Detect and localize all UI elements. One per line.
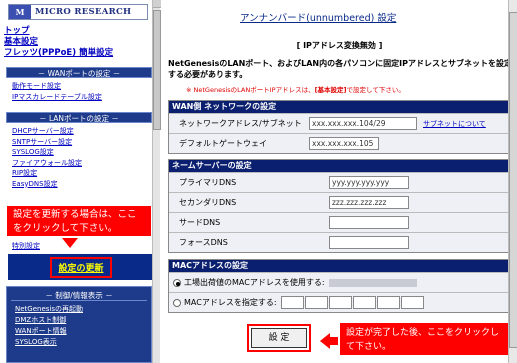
primary-dns-label: プライマリDNS xyxy=(179,178,237,187)
gateway-input[interactable]: xxx.xxx.xxx.105 xyxy=(309,137,379,150)
scroll-up-icon[interactable] xyxy=(153,0,161,8)
third-dns-label: サードDNS xyxy=(179,218,221,227)
note: ※ NetGenesisのLANポートIPアドレスは、[基本設定]で設定して下さ… xyxy=(186,84,405,94)
mac-octet-2-input[interactable] xyxy=(304,296,328,309)
mac-table: MACアドレスの設定 工場出荷値のMACアドレスを使用する: MACアドレスを指… xyxy=(168,259,510,313)
set-callout: 設定が完了した後、ここをクリックして下さい。 xyxy=(339,322,509,356)
control-section-header: － 制御/情報表示 － xyxy=(11,290,147,301)
mac-custom-radio[interactable] xyxy=(173,298,181,307)
link-easydns[interactable]: EasyDNS設定 xyxy=(12,179,82,190)
page-title: アンナンバード(unnumbered) 設定 xyxy=(240,13,397,24)
link-pppoe-easy-settings[interactable]: フレッツ(PPPoE) 簡単設定 xyxy=(4,48,113,59)
wan-network-table: WAN側 ネットワークの設定 ネットワークアドレス/サブネット xxx.xxx.… xyxy=(168,100,510,154)
link-basic-settings[interactable]: 基本設定 xyxy=(4,37,113,48)
main-content: アンナンバード(unnumbered) 設定 [ IPアドレス変換無効 ] Ne… xyxy=(162,0,517,363)
link-syslog-view[interactable]: SYSLOG表示 xyxy=(7,337,151,348)
link-ip-masquerade[interactable]: IPマスカレードテーブル設定 xyxy=(12,92,102,103)
dns-table: ネームサーバーの設定 プライマリDNS yyy.yyy.yyy.yyy セカンダ… xyxy=(168,159,510,253)
main-scroll-thumb[interactable] xyxy=(509,12,517,348)
mac-custom-label: MACアドレスを指定する: xyxy=(184,298,277,307)
wan-links: 動作モード設定 IPマスカレードテーブル設定 xyxy=(12,81,102,102)
link-firewall[interactable]: ファイアウォール設定 xyxy=(12,158,82,169)
secondary-dns-row: セカンダリDNS zzz.zzz.zzz.zzz xyxy=(169,192,509,212)
gateway-row: デフォルトゲートウェイ xxx.xxx.xxx.105 xyxy=(169,133,509,153)
network-address-input[interactable]: xxx.xxx.xxx.104/29 xyxy=(309,117,417,130)
fourth-dns-input[interactable] xyxy=(329,236,409,249)
update-callout: 設定を更新する場合は、ここをクリックして下さい。 xyxy=(6,205,152,237)
primary-dns-row: プライマリDNS yyy.yyy.yyy.yyy xyxy=(169,172,509,192)
set-button[interactable]: 設 定 xyxy=(247,324,311,352)
secondary-dns-label: セカンダリDNS xyxy=(179,198,237,207)
mac-octet-5-input[interactable] xyxy=(376,296,400,309)
logo-text: MICRO RESEARCH xyxy=(35,7,132,17)
link-rip[interactable]: RIP設定 xyxy=(12,168,82,179)
note-prefix: ※ NetGenesisのLANポートIPアドレスは、 xyxy=(186,86,315,94)
mac-factory-value xyxy=(328,278,417,287)
mac-header: MACアドレスの設定 xyxy=(169,260,509,272)
mac-factory-label: 工場出荷値のMACアドレスを使用する: xyxy=(184,278,325,287)
link-wan-info[interactable]: WANポート情報 xyxy=(7,326,151,337)
lan-section-header: － LANポートの設定 － xyxy=(6,112,152,123)
note-suffix: で設定して下さい。 xyxy=(346,86,405,94)
wan-network-header: WAN側 ネットワークの設定 xyxy=(169,101,509,113)
sidebar-scrollbar[interactable] xyxy=(152,0,161,363)
link-top[interactable]: トップ xyxy=(4,26,113,37)
mac-octet-6-input[interactable] xyxy=(400,296,424,309)
main-scrollbar[interactable] xyxy=(508,0,517,363)
fourth-dns-label: フォースDNS xyxy=(179,238,228,247)
note-link: [基本設定] xyxy=(314,86,347,94)
gateway-label: デフォルトゲートウェイ xyxy=(179,139,267,148)
dns-header: ネームサーバーの設定 xyxy=(169,160,509,172)
logo: M MICRO RESEARCH xyxy=(8,4,148,20)
top-links: トップ 基本設定 フレッツ(PPPoE) 簡単設定 xyxy=(4,26,113,59)
sidebar-scroll-thumb[interactable] xyxy=(153,10,161,130)
sidebar: M MICRO RESEARCH トップ 基本設定 フレッツ(PPPoE) 簡単… xyxy=(0,0,161,363)
wan-section-header: － WANポートの設定 － xyxy=(6,67,152,78)
link-dmz-host[interactable]: DMZホスト制御 xyxy=(7,315,151,326)
fourth-dns-row: フォースDNS xyxy=(169,232,509,252)
link-sntp-server[interactable]: SNTPサーバー設定 xyxy=(12,137,82,148)
subnet-help-link[interactable]: サブネットについて xyxy=(423,119,486,129)
link-restart[interactable]: NetGenesisの再起動 xyxy=(7,304,151,315)
network-address-label: ネットワークアドレス/サブネット xyxy=(179,119,302,128)
lan-links: DHCPサーバー設定 SNTPサーバー設定 SYSLOG設定 ファイアウォール設… xyxy=(12,126,82,189)
down-arrow-icon xyxy=(62,238,78,248)
link-operation-mode[interactable]: 動作モード設定 xyxy=(12,81,102,92)
update-settings-button[interactable]: 設定の更新 xyxy=(50,256,112,278)
control-info-section: － 制御/情報表示 － NetGenesisの再起動 DMZホスト制御 WANポ… xyxy=(6,286,152,363)
secondary-dns-input[interactable]: zzz.zzz.zzz.zzz xyxy=(329,196,409,209)
third-dns-row: サードDNS xyxy=(169,212,509,232)
update-box: 設定の更新 xyxy=(8,254,154,280)
link-syslog[interactable]: SYSLOG設定 xyxy=(12,147,82,158)
logo-mark: M xyxy=(9,5,31,19)
mac-custom-row: MACアドレスを指定する: xyxy=(169,292,509,312)
mac-factory-radio[interactable] xyxy=(173,278,181,287)
page-subtitle: [ IPアドレス変換無効 ] xyxy=(296,41,383,50)
description: NetGenesisのLANポート、およびLAN内の各パソコンに固定IPアドレス… xyxy=(168,59,512,79)
link-special-settings[interactable]: 特別設定 xyxy=(12,241,40,251)
link-dhcp-server[interactable]: DHCPサーバー設定 xyxy=(12,126,82,137)
network-address-row: ネットワークアドレス/サブネット xxx.xxx.xxx.104/29 サブネッ… xyxy=(169,113,509,133)
primary-dns-input[interactable]: yyy.yyy.yyy.yyy xyxy=(329,176,409,189)
mac-octet-1-input[interactable] xyxy=(280,296,304,309)
arrow-shaft xyxy=(328,337,338,345)
third-dns-input[interactable] xyxy=(329,216,409,229)
mac-factory-row: 工場出荷値のMACアドレスを使用する: xyxy=(169,272,509,292)
mac-octet-3-input[interactable] xyxy=(328,296,352,309)
mac-octet-4-input[interactable] xyxy=(352,296,376,309)
